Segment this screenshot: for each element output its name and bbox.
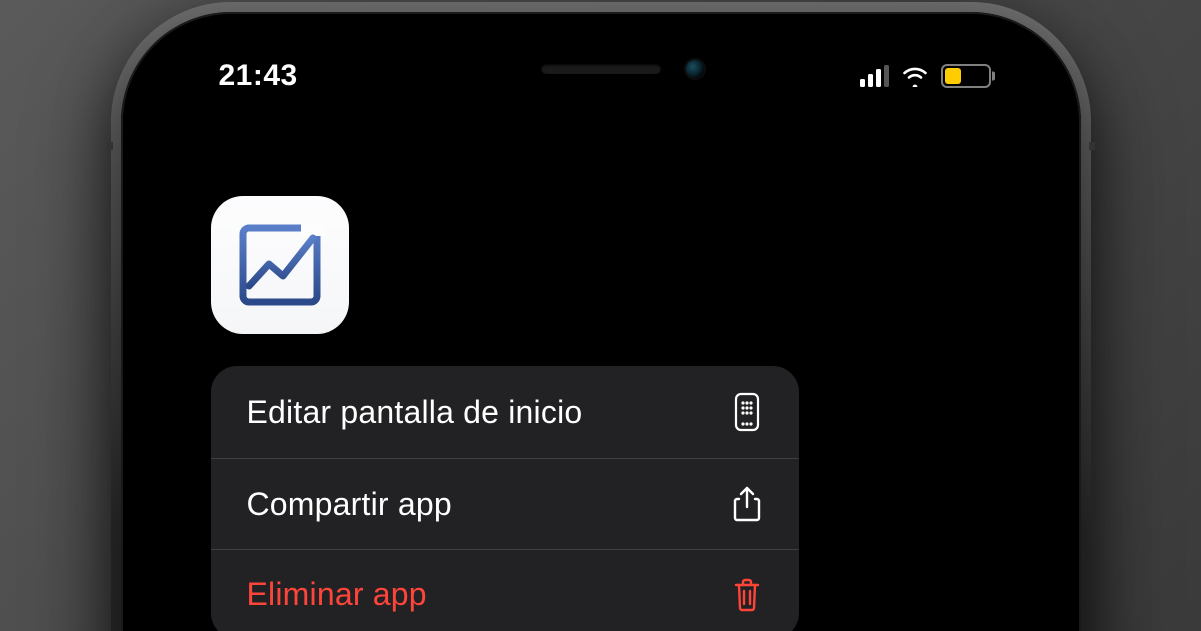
- analytics-app-icon[interactable]: [211, 196, 349, 334]
- battery-icon: [941, 64, 991, 88]
- cellular-signal-icon: [860, 65, 889, 87]
- menu-item-label: Eliminar app: [247, 576, 427, 613]
- chart-icon: [231, 216, 329, 314]
- front-camera: [684, 58, 706, 80]
- menu-item-share-app[interactable]: Compartir app: [211, 458, 799, 549]
- battery-fill: [945, 68, 962, 84]
- menu-item-edit-home[interactable]: Editar pantalla de inicio: [211, 366, 799, 458]
- menu-item-label: Editar pantalla de inicio: [247, 394, 583, 431]
- phone-frame: 21:43: [121, 12, 1081, 631]
- speaker-grille: [541, 64, 661, 74]
- app-context-menu: Editar pantalla de inicio Compartir ap: [211, 366, 799, 631]
- menu-item-delete-app[interactable]: Eliminar app: [211, 549, 799, 631]
- phone-screen: 21:43: [149, 40, 1053, 631]
- status-time: 21:43: [205, 59, 298, 93]
- share-icon: [729, 485, 765, 523]
- trash-icon: [729, 577, 765, 613]
- status-indicators: [860, 64, 997, 88]
- menu-item-label: Compartir app: [247, 486, 452, 523]
- home-grid-icon: [729, 392, 765, 432]
- wifi-icon: [901, 65, 929, 87]
- notch: [406, 40, 796, 98]
